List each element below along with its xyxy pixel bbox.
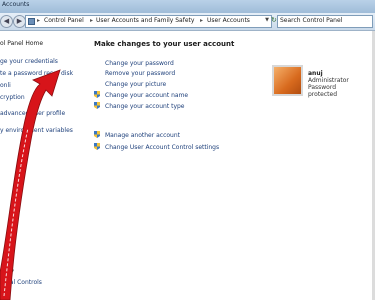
- page-title: Make changes to your user account: [94, 40, 235, 48]
- change-account-name-link[interactable]: Change your account name: [105, 92, 188, 99]
- chevron-down-icon[interactable]: ▼: [265, 17, 269, 23]
- change-picture-link[interactable]: Change your picture: [105, 81, 166, 88]
- manage-another-account-link[interactable]: Manage another account: [105, 132, 180, 139]
- avatar[interactable]: [272, 65, 303, 96]
- shield-icon: [94, 131, 100, 138]
- window-title: Accounts: [2, 1, 30, 8]
- task-password-reset-disk[interactable]: te a password reset disk: [0, 70, 73, 77]
- search-placeholder: Search Control Panel: [280, 17, 343, 24]
- see-also-heading: also: [0, 267, 14, 274]
- task-pane: ol Panel Home ge your credentials te a p…: [0, 31, 88, 300]
- user-role: Administrator: [308, 77, 349, 84]
- remove-password-link[interactable]: Remove your password: [105, 70, 175, 77]
- task-environment-variables[interactable]: y environment variables: [0, 127, 73, 134]
- task-link-online-ids[interactable]: onli: [0, 82, 11, 89]
- search-input[interactable]: Search Control Panel: [277, 15, 373, 28]
- breadcrumb-separator: ▸: [200, 17, 204, 24]
- breadcrumb-user-accounts[interactable]: User Accounts: [207, 17, 250, 24]
- user-account-card: anuj Administrator Password protected: [266, 63, 366, 99]
- breadcrumb-user-accounts-family-safety[interactable]: User Accounts and Family Safety: [96, 17, 194, 24]
- shield-icon: [94, 91, 100, 98]
- breadcrumb-separator: ▸: [37, 17, 41, 24]
- control-panel-home-link[interactable]: ol Panel Home: [0, 40, 43, 47]
- task-file-encryption[interactable]: cryption: [0, 94, 25, 101]
- see-also-parental-controls[interactable]: ental Controls: [0, 279, 42, 286]
- change-password-link[interactable]: Change your password: [105, 60, 174, 67]
- breadcrumb-separator: ▸: [90, 17, 94, 24]
- user-name: anuj: [308, 70, 323, 77]
- uac-settings-link[interactable]: Change User Account Control settings: [105, 144, 219, 151]
- task-advanced-user-profile[interactable]: advanced user profile: [0, 110, 65, 117]
- back-arrow-icon[interactable]: ◀: [0, 15, 13, 28]
- user-password-status: Password protected: [308, 84, 338, 98]
- breadcrumb-control-panel[interactable]: Control Panel: [44, 17, 84, 24]
- address-bar[interactable]: ▸ Control Panel ▸ User Accounts and Fami…: [25, 15, 272, 28]
- task-manage-credentials[interactable]: ge your credentials: [0, 58, 58, 65]
- control-panel-icon: [28, 18, 35, 25]
- shield-icon: [94, 143, 100, 150]
- shield-icon: [94, 102, 100, 109]
- change-account-type-link[interactable]: Change your account type: [105, 103, 185, 110]
- window-titlebar: Accounts: [0, 0, 375, 13]
- content-area: ol Panel Home ge your credentials te a p…: [0, 31, 372, 300]
- address-toolbar: ◀ ▶ ▸ Control Panel ▸ User Accounts and …: [0, 13, 375, 31]
